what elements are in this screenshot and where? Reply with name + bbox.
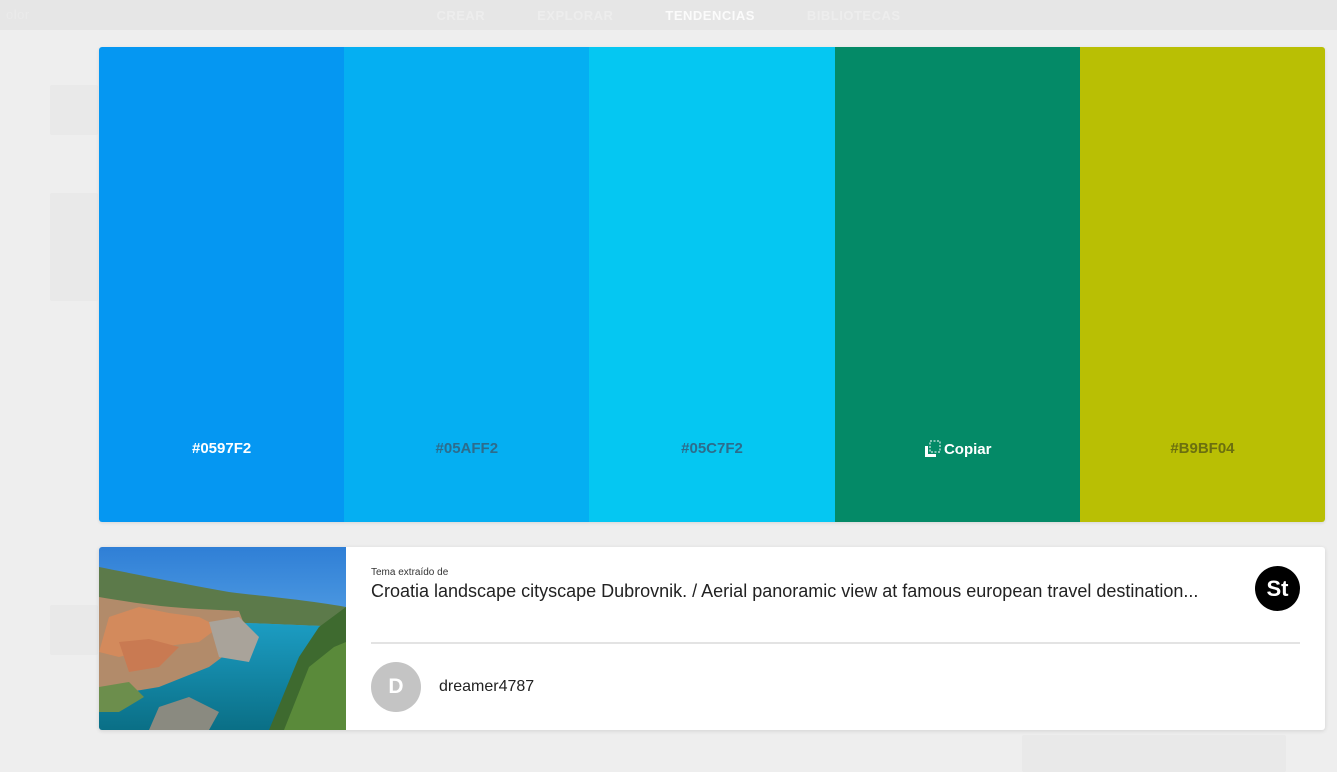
background-card [1022,735,1286,772]
adobe-stock-icon[interactable]: St [1255,566,1300,611]
divider [371,642,1300,644]
background-card [50,605,98,655]
tab-create[interactable]: CREAR [436,8,485,23]
swatch-hex-label: #0597F2 [191,440,252,457]
swatch-5[interactable]: #B9BF04 [1079,47,1325,522]
brand-logo[interactable]: olor [6,7,30,22]
tab-trends[interactable]: TENDENCIAS [665,8,755,23]
background-card [50,85,98,135]
theme-source-card: Tema extraído de Croatia landscape citys… [99,547,1325,730]
source-title-link[interactable]: Croatia landscape cityscape Dubrovnik. /… [371,581,1253,602]
swatch-hex-label: #05AFF2 [435,440,499,457]
avatar[interactable]: D [371,662,421,712]
copy-label: Copiar [943,440,992,458]
swatch-2[interactable]: #05AFF2 [344,47,590,522]
source-label: Tema extraído de [371,567,449,578]
swatch-3[interactable]: #05C7F2 [589,47,835,522]
copy-button[interactable]: Copiar [835,440,1080,462]
color-palette: #0597F2 #05AFF2 #05C7F2 Copiar #B9BF04 [99,47,1325,522]
swatch-hex-label: #05C7F2 [681,440,743,457]
top-navigation: olor CREAR EXPLORAR TENDENCIAS BIBLIOTEC… [0,0,1337,30]
background-card [50,193,98,301]
author-name[interactable]: dreamer4787 [439,678,534,696]
swatch-hex-label: #B9BF04 [1170,440,1235,457]
tab-explore[interactable]: EXPLORAR [537,8,613,23]
copy-icon [923,440,941,458]
swatch-4[interactable]: Copiar [834,47,1080,522]
tab-libraries[interactable]: BIBLIOTECAS [807,8,901,23]
dubrovnik-photo[interactable] [99,547,346,730]
swatch-1[interactable]: #0597F2 [99,47,345,522]
